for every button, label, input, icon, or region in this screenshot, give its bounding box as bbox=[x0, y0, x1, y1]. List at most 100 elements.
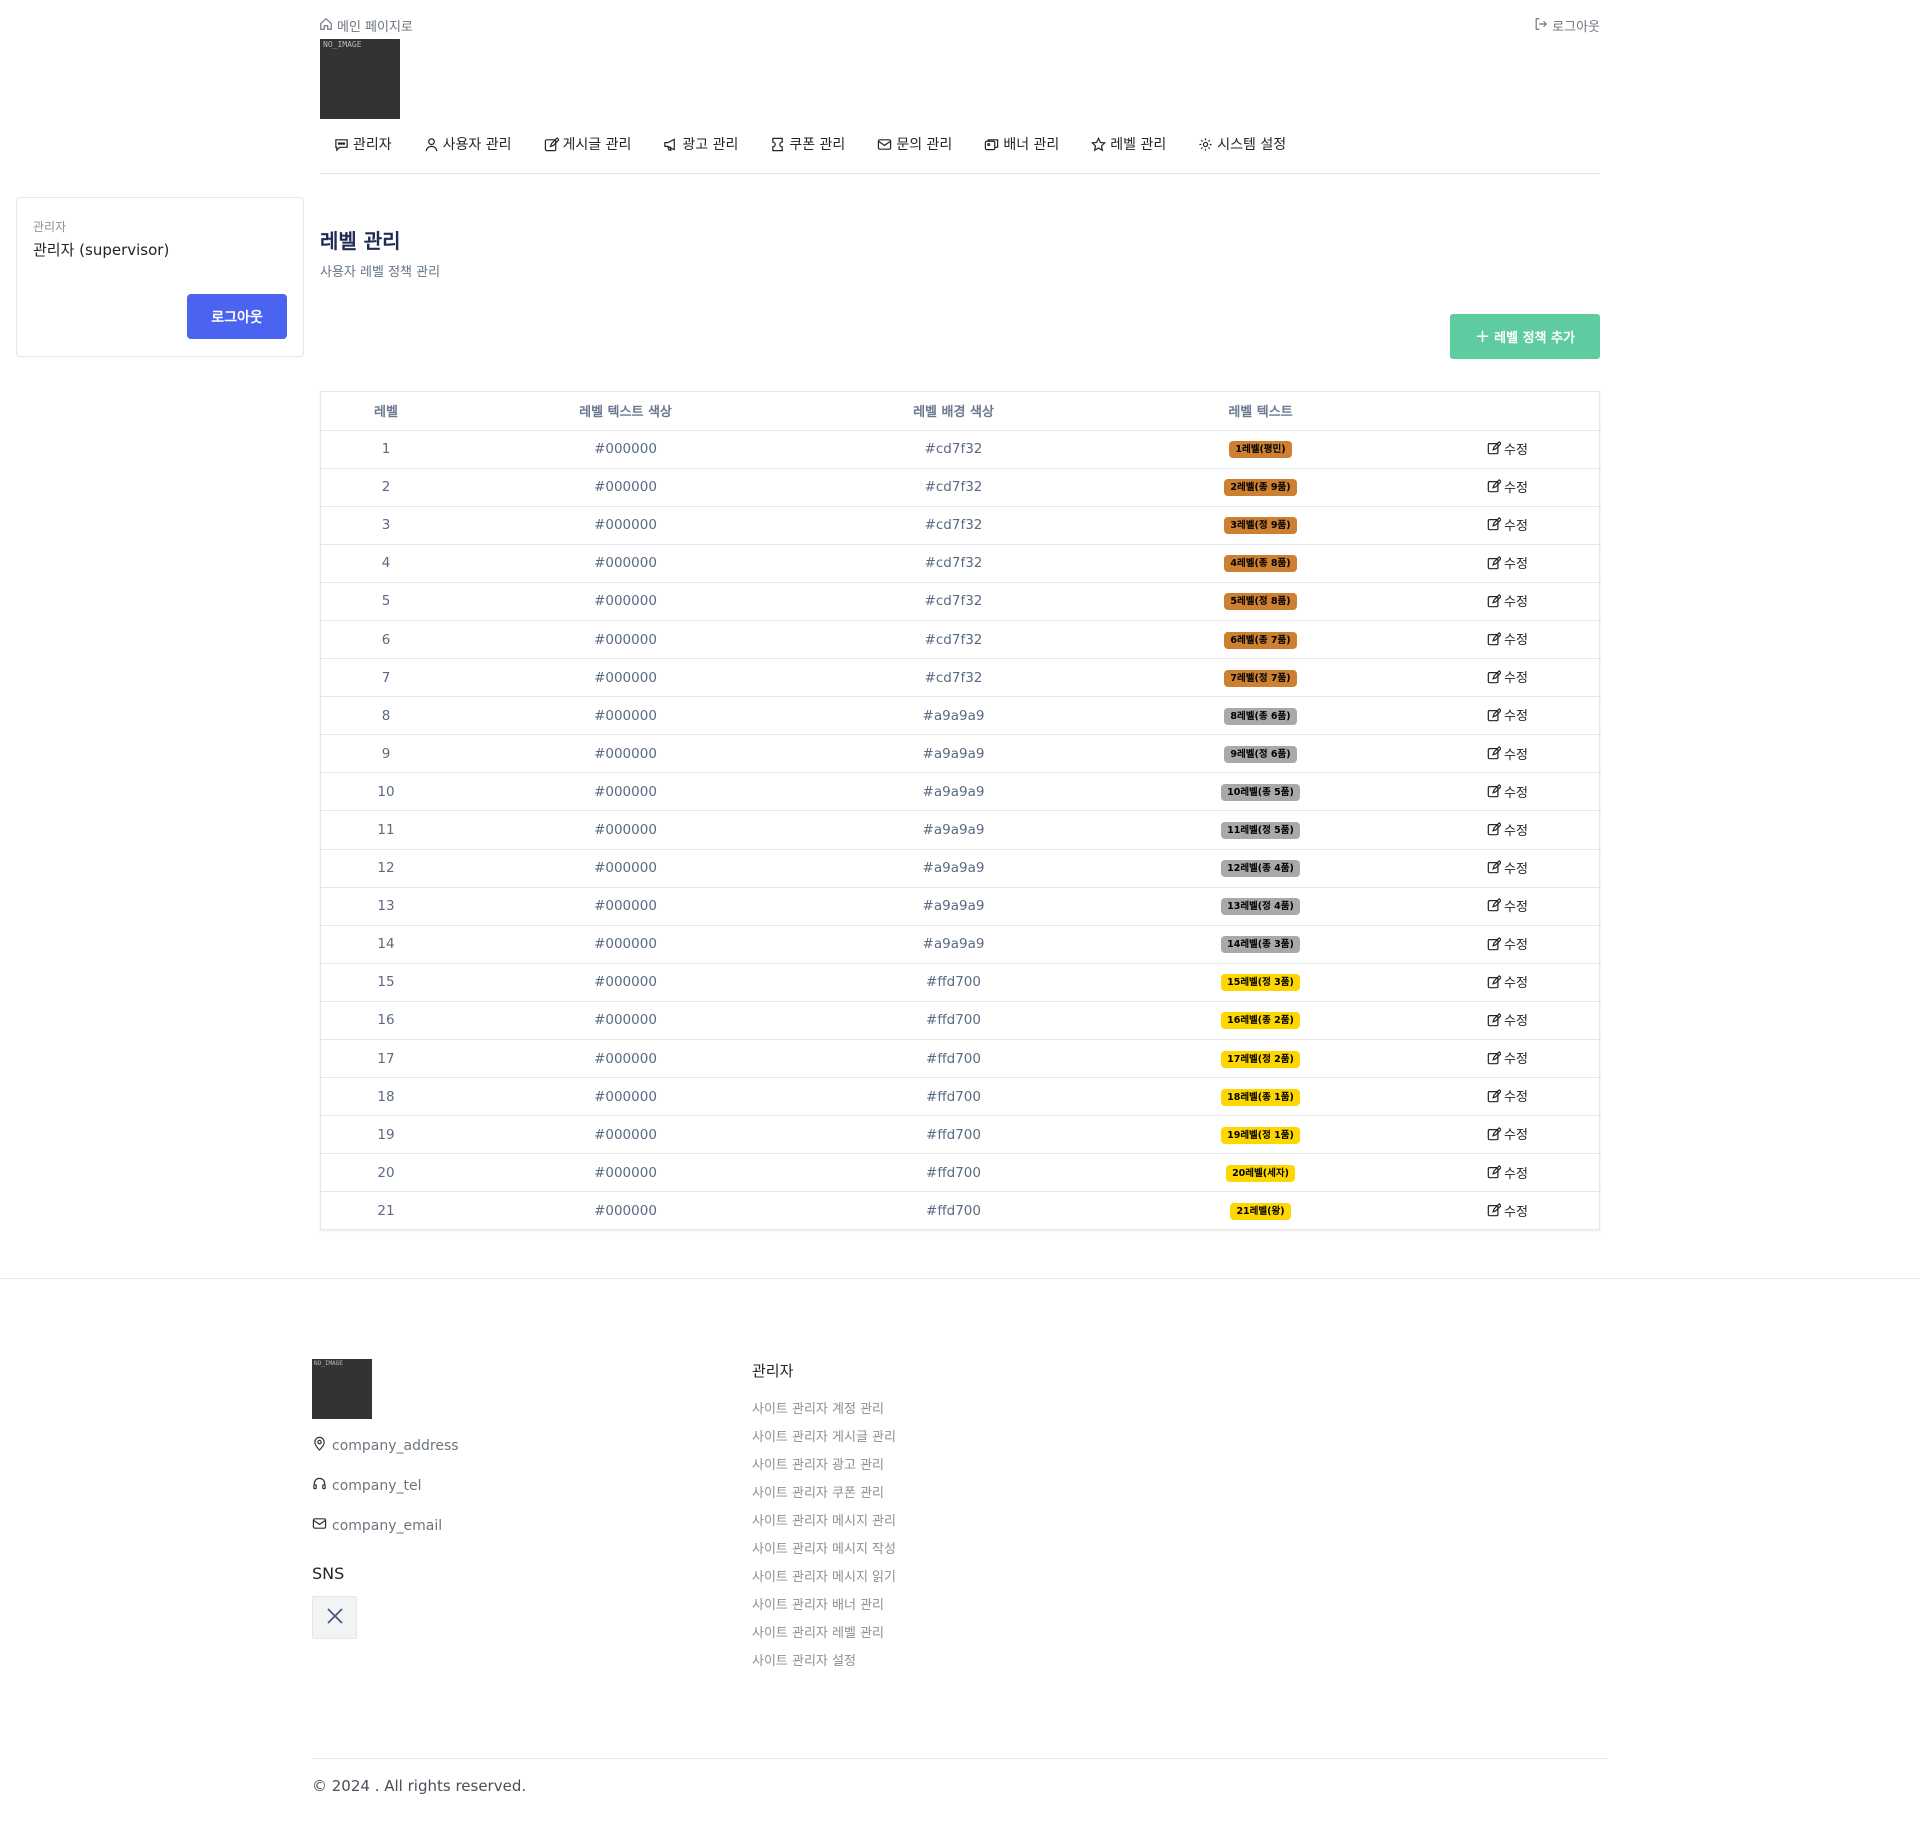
nav-item-8[interactable]: 시스템 설정 bbox=[1198, 128, 1286, 160]
edit-icon bbox=[1487, 441, 1502, 455]
location-pin-icon bbox=[312, 1436, 327, 1455]
edit-button[interactable]: 수정 bbox=[1487, 858, 1528, 877]
edit-icon bbox=[1487, 1203, 1502, 1217]
envelope-icon bbox=[312, 1516, 327, 1535]
table-row: 12 #000000 #a9a9a9 12레벨(종 4품) 수정 bbox=[321, 849, 1601, 888]
column-header-bg-color: 레벨 배경 색상 bbox=[800, 392, 1107, 431]
actions-cell: 수정 bbox=[1414, 506, 1601, 545]
level-label-cell: 11레벨(정 5품) bbox=[1107, 810, 1414, 850]
edit-label: 수정 bbox=[1504, 823, 1528, 839]
footer-link[interactable]: 사이트 관리자 쿠폰 관리 bbox=[752, 1484, 896, 1512]
level-text-color: #000000 bbox=[451, 658, 800, 698]
edit-icon bbox=[1487, 1088, 1502, 1103]
x-twitter-button[interactable] bbox=[312, 1596, 357, 1639]
actions-cell: 수정 bbox=[1414, 734, 1601, 774]
level-text-color: #000000 bbox=[451, 963, 800, 1002]
edit-button[interactable]: 수정 bbox=[1487, 1048, 1528, 1067]
header-logout-link[interactable]: 로그아웃 bbox=[1534, 16, 1600, 35]
level-number: 15 bbox=[321, 963, 451, 1002]
table-row: 21 #000000 #ffd700 21레벨(왕) 수정 bbox=[321, 1192, 1601, 1230]
edit-label: 수정 bbox=[1504, 747, 1528, 763]
sns-title: SNS bbox=[312, 1564, 345, 1583]
edit-button[interactable]: 수정 bbox=[1487, 705, 1528, 724]
edit-icon bbox=[1487, 479, 1502, 493]
nav-item-label: 광고 관리 bbox=[682, 137, 739, 153]
footer-links: 사이트 관리자 계정 관리 사이트 관리자 게시글 관리 사이트 관리자 광고 관리… bbox=[752, 1400, 896, 1680]
footer-link[interactable]: 사이트 관리자 설정 bbox=[752, 1652, 896, 1680]
edit-button[interactable]: 수정 bbox=[1487, 439, 1528, 458]
edit-button[interactable]: 수정 bbox=[1487, 629, 1528, 648]
table-row: 3 #000000 #cd7f32 3레벨(정 9품) 수정 bbox=[321, 506, 1601, 545]
edit-icon bbox=[1487, 936, 1502, 951]
table-row: 2 #000000 #cd7f32 2레벨(종 9품) 수정 bbox=[321, 468, 1601, 507]
level-number: 2 bbox=[321, 468, 451, 507]
edit-button[interactable]: 수정 bbox=[1487, 1124, 1528, 1143]
level-table: 레벨 레벨 텍스트 색상 레벨 배경 색상 레벨 텍스트 1 #000000 #cd… bbox=[321, 392, 1601, 1230]
footer-link[interactable]: 사이트 관리자 배너 관리 bbox=[752, 1596, 896, 1624]
level-text-color: #000000 bbox=[451, 582, 800, 621]
footer-link[interactable]: 사이트 관리자 메시지 관리 bbox=[752, 1512, 896, 1540]
edit-button[interactable]: 수정 bbox=[1487, 934, 1528, 953]
company-address-text: company_address bbox=[332, 1437, 459, 1454]
edit-button[interactable]: 수정 bbox=[1487, 1010, 1528, 1029]
edit-button[interactable]: 수정 bbox=[1487, 782, 1528, 801]
nav-item-3[interactable]: 광고 관리 bbox=[663, 128, 738, 160]
edit-button[interactable]: 수정 bbox=[1487, 1086, 1528, 1105]
level-text-color: #000000 bbox=[451, 544, 800, 583]
nav-item-1[interactable]: 사용자 관리 bbox=[424, 128, 512, 160]
actions-cell: 수정 bbox=[1414, 810, 1601, 850]
main-page-link[interactable]: 메인 페이지로 bbox=[319, 16, 413, 35]
level-bg-color: #cd7f32 bbox=[800, 582, 1107, 621]
footer-link[interactable]: 사이트 관리자 광고 관리 bbox=[752, 1456, 896, 1484]
level-number: 20 bbox=[321, 1153, 451, 1193]
footer-link[interactable]: 사이트 관리자 메시지 읽기 bbox=[752, 1568, 896, 1596]
edit-button[interactable]: 수정 bbox=[1487, 667, 1528, 686]
site-logo[interactable]: NO_IMAGE bbox=[320, 39, 400, 119]
main-page-link-label: 메인 페이지로 bbox=[337, 20, 413, 35]
footer-link[interactable]: 사이트 관리자 계정 관리 bbox=[752, 1400, 896, 1428]
footer-link[interactable]: 사이트 관리자 메시지 작성 bbox=[752, 1540, 896, 1568]
edit-label: 수정 bbox=[1504, 518, 1528, 534]
company-tel: company_tel bbox=[312, 1476, 422, 1495]
level-number: 13 bbox=[321, 887, 451, 926]
level-number: 18 bbox=[321, 1077, 451, 1117]
headset-icon bbox=[312, 1476, 327, 1495]
level-bg-color: #cd7f32 bbox=[800, 544, 1107, 583]
nav-item-7[interactable]: 레벨 관리 bbox=[1091, 128, 1166, 160]
nav-item-0[interactable]: 관리자 bbox=[334, 128, 392, 160]
level-bg-color: #cd7f32 bbox=[800, 620, 1107, 660]
edit-button[interactable]: 수정 bbox=[1487, 515, 1528, 534]
level-number: 6 bbox=[321, 620, 451, 660]
level-bg-color: #a9a9a9 bbox=[800, 887, 1107, 926]
column-header-label: 레벨 텍스트 bbox=[1107, 392, 1414, 431]
edit-button[interactable]: 수정 bbox=[1487, 477, 1528, 496]
nav-item-4[interactable]: 쿠폰 관리 bbox=[770, 128, 845, 160]
top-bar: 메인 페이지로 로그아웃 bbox=[319, 14, 1600, 38]
edit-button[interactable]: 수정 bbox=[1487, 591, 1528, 610]
level-badge: 18레벨(종 1품) bbox=[1221, 1088, 1300, 1106]
level-text-color: #000000 bbox=[451, 1001, 800, 1041]
footer-link[interactable]: 사이트 관리자 게시글 관리 bbox=[752, 1428, 896, 1456]
header-logout-label: 로그아웃 bbox=[1552, 20, 1600, 35]
level-badge: 17레벨(정 2품) bbox=[1221, 1050, 1300, 1068]
add-level-policy-button[interactable]: + 레벨 정책 추가 bbox=[1450, 314, 1600, 359]
nav-item-6[interactable]: 배너 관리 bbox=[984, 128, 1059, 160]
footer-link[interactable]: 사이트 관리자 레벨 관리 bbox=[752, 1624, 896, 1652]
edit-button[interactable]: 수정 bbox=[1487, 972, 1528, 991]
edit-button[interactable]: 수정 bbox=[1487, 1201, 1528, 1220]
nav-item-2[interactable]: 게시글 관리 bbox=[544, 128, 631, 160]
edit-button[interactable]: 수정 bbox=[1487, 820, 1528, 839]
level-bg-color: #a9a9a9 bbox=[800, 772, 1107, 812]
edit-button[interactable]: 수정 bbox=[1487, 1163, 1528, 1182]
level-number: 9 bbox=[321, 734, 451, 774]
main-nav: 관리자 사용자 관리 게시글 관리 광고 관리 쿠폰 관리 문의 관리 배너 관리 레벨 관리… bbox=[320, 128, 1600, 174]
nav-item-5[interactable]: 문의 관리 bbox=[877, 128, 952, 160]
edit-button[interactable]: 수정 bbox=[1487, 744, 1528, 763]
edit-icon bbox=[1487, 1126, 1502, 1141]
home-icon bbox=[319, 17, 333, 35]
level-number: 1 bbox=[321, 430, 451, 469]
edit-button[interactable]: 수정 bbox=[1487, 896, 1528, 915]
edit-button[interactable]: 수정 bbox=[1487, 553, 1528, 572]
edit-label: 수정 bbox=[1504, 557, 1528, 573]
logout-button[interactable]: 로그아웃 bbox=[187, 294, 287, 339]
